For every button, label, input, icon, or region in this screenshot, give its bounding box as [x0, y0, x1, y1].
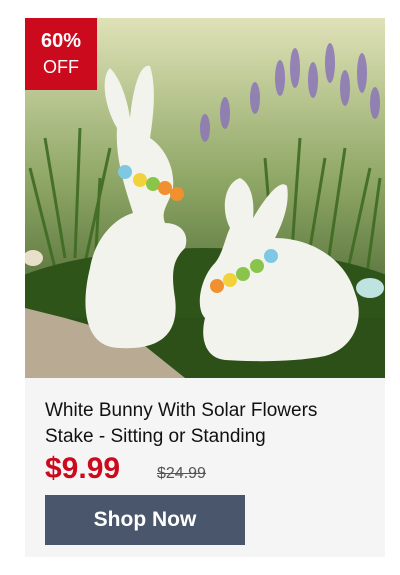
discount-percent: 60% — [40, 30, 82, 52]
discount-off-label: OFF — [43, 57, 79, 77]
shop-now-button[interactable]: Shop Now — [45, 495, 245, 545]
discount-badge: 60% OFF — [25, 18, 97, 90]
original-price: $24.99 — [157, 465, 206, 482]
product-image[interactable]: 60% OFF — [25, 18, 385, 378]
product-title[interactable]: White Bunny With Solar Flowers Stake - S… — [45, 398, 370, 450]
sale-price: $9.99 — [45, 452, 121, 485]
product-card[interactable]: 60% OFF White Bunny With Solar Flowers S… — [25, 18, 385, 557]
